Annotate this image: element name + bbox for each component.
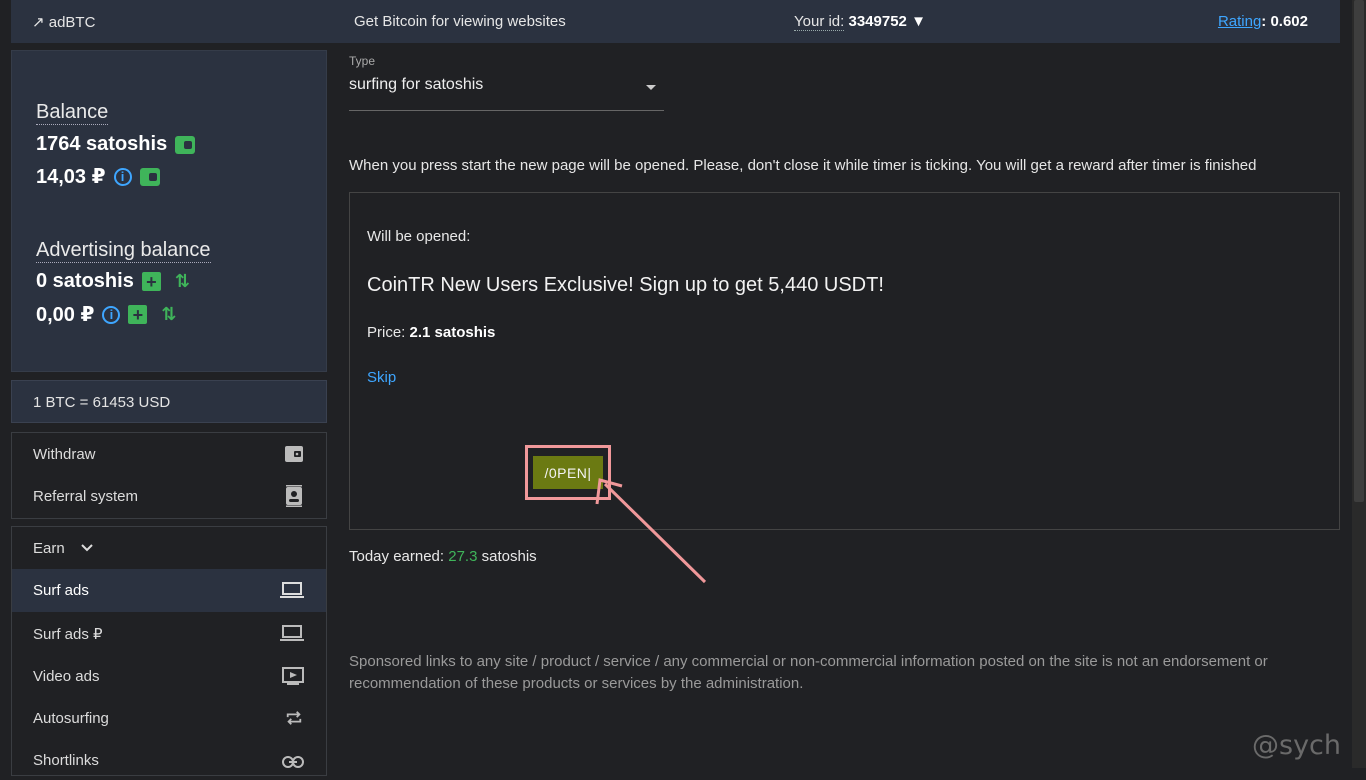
link-icon (282, 756, 304, 768)
swap-arrows-icon[interactable]: ⇅ (161, 304, 176, 325)
watermark: @sych (1252, 730, 1342, 761)
rating-value: : 0.602 (1261, 13, 1308, 30)
balance-rub: 14,03 ₽ (36, 166, 106, 188)
advertising-balance-satoshis: 0 satoshis (36, 270, 134, 292)
price-value: 2.1 satoshis (409, 324, 496, 341)
plus-icon[interactable]: + (141, 272, 161, 291)
today-earned-label: Today earned: (349, 548, 445, 565)
menu-item-label: Withdraw (33, 445, 96, 463)
wallet-icon[interactable] (175, 135, 196, 154)
today-earned: Today earned: 27.3 satoshis (349, 548, 537, 565)
rating: Rating: 0.602 (1218, 13, 1308, 30)
disclaimer-text: Sponsored links to any site / product / … (349, 653, 1268, 692)
today-earned-unit: satoshis (481, 548, 537, 565)
type-select-label: Type (349, 54, 376, 68)
swap-arrows-icon[interactable]: ⇅ (175, 271, 190, 292)
laptop-icon (280, 582, 304, 598)
menu-item-label: Shortlinks (33, 751, 99, 769)
menu-item-referral[interactable]: Referral system (12, 475, 326, 517)
balance-title: Balance (36, 101, 109, 125)
earn-menu: Earn Surf ads Surf ads ₽ Video ads Autos… (11, 526, 327, 776)
wallet-icon (285, 446, 303, 462)
top-bar: ↗ adBTC Get Bitcoin for viewing websites… (11, 0, 1340, 43)
menu-item-label: Referral system (33, 487, 139, 505)
menu-item-shortlinks[interactable]: Shortlinks (12, 740, 326, 780)
earn-label: Earn (33, 539, 65, 557)
price-label: Price: (367, 324, 406, 341)
open-button[interactable]: /0PEN| (533, 456, 603, 489)
scrollbar-thumb[interactable] (1354, 0, 1364, 502)
scrollbar[interactable] (1352, 0, 1366, 768)
user-id-value: 3349752 ▼ (848, 13, 926, 30)
ad-title: CoinTR New Users Exclusive! Sign up to g… (367, 274, 884, 296)
advertising-balance-title: Advertising balance (36, 239, 211, 263)
type-select[interactable]: Type surfing for satoshis (349, 54, 664, 111)
menu-item-surf-ads[interactable]: Surf ads (12, 569, 326, 612)
info-icon[interactable]: i (113, 167, 132, 186)
wallet-icon[interactable] (139, 167, 160, 186)
plus-icon[interactable]: + (128, 305, 148, 324)
repeat-icon (286, 711, 302, 725)
advertising-balance-rub: 0,00 ₽ (36, 304, 95, 326)
menu-item-withdraw[interactable]: Withdraw (12, 433, 326, 475)
account-menu: Withdraw Referral system (11, 432, 327, 519)
user-id-dropdown[interactable]: Your id: 3349752 ▼ (794, 13, 926, 31)
skip-link[interactable]: Skip (367, 369, 396, 386)
instructions-text: When you press start the new page will b… (349, 157, 1257, 174)
menu-item-label: Video ads (33, 667, 100, 685)
balance-card: Balance 1764 satoshis 14,03 ₽ i Advertis… (11, 50, 327, 372)
will-be-opened-label: Will be opened: (367, 228, 471, 245)
rating-link[interactable]: Rating (1218, 13, 1261, 30)
site-logo[interactable]: ↗ adBTC (32, 13, 95, 31)
today-earned-value: 27.3 (448, 548, 478, 565)
ad-open-panel: Will be opened: CoinTR New Users Exclusi… (349, 192, 1340, 530)
user-id-label: Your id: (794, 13, 845, 31)
menu-item-video-ads[interactable]: Video ads (12, 655, 326, 697)
contact-icon (286, 485, 302, 507)
type-select-value: surfing for satoshis (349, 76, 484, 93)
menu-item-label: Autosurfing (33, 710, 109, 727)
dropdown-caret-icon (646, 85, 656, 90)
balance-satoshis: 1764 satoshis (36, 133, 168, 155)
laptop-icon (280, 625, 304, 641)
chevron-down-icon (80, 544, 93, 552)
earn-menu-toggle[interactable]: Earn (12, 527, 326, 569)
site-tagline: Get Bitcoin for viewing websites (354, 13, 566, 30)
info-icon[interactable]: i (102, 305, 121, 324)
open-button-highlight: /0PEN| (525, 445, 611, 500)
menu-item-autosurfing[interactable]: Autosurfing (12, 697, 326, 740)
menu-item-label: Surf ads ₽ (33, 625, 103, 643)
ad-price: Price: 2.1 satoshis (367, 324, 495, 341)
btc-rate: 1 BTC = 61453 USD (11, 380, 327, 423)
menu-item-label: Surf ads (33, 582, 89, 599)
video-icon (282, 667, 304, 685)
menu-item-surf-ads-rub[interactable]: Surf ads ₽ (12, 612, 326, 655)
